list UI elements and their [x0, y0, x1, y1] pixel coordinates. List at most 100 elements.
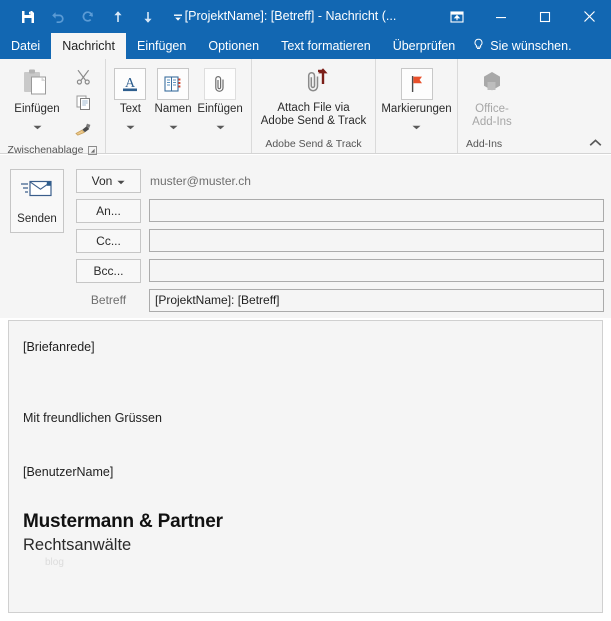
address-book-icon — [157, 66, 189, 102]
previous-item-icon[interactable] — [104, 4, 132, 30]
attach-button[interactable]: Einfügen — [195, 64, 245, 135]
tab-ueberpruefen[interactable]: Überprüfen — [382, 33, 467, 59]
office-addins-line2: Add-Ins — [472, 116, 512, 128]
tell-me-search[interactable]: Sie wünschen. — [466, 33, 579, 59]
compose-header: Senden Von muster@muster.ch An... Cc... … — [0, 155, 611, 318]
ribbon: Einfügen — [0, 59, 611, 154]
body-spacer — [23, 426, 588, 464]
subject-label: Betreff — [76, 288, 141, 312]
quick-access-toolbar — [0, 0, 194, 33]
group-label-text: Add-Ins — [466, 137, 502, 152]
window-controls — [435, 0, 611, 33]
body-salutation: [Briefanrede] — [23, 339, 588, 355]
ribbon-display-options-icon[interactable] — [435, 0, 479, 33]
office-addins-icon — [476, 66, 508, 102]
customize-qat-icon[interactable] — [164, 4, 192, 30]
body-spacer — [23, 480, 588, 510]
paste-clipboard-icon — [20, 66, 54, 102]
adobe-label-line2: Adobe Send & Track — [261, 115, 366, 127]
body-closing: Mit freundlichen Grüssen — [23, 410, 588, 426]
flag-icon — [401, 66, 433, 102]
chevron-down-icon[interactable] — [169, 117, 178, 135]
attach-label: Einfügen — [197, 103, 242, 116]
ribbon-group-basic-text: A Text — [106, 59, 252, 153]
from-button-label: Von — [92, 174, 113, 188]
bcc-button[interactable]: Bcc... — [76, 259, 141, 283]
title-bar: [ProjektName]: [Betreff] - Nachricht (..… — [0, 0, 611, 33]
paperclip-icon — [204, 66, 236, 102]
undo-icon — [44, 4, 72, 30]
to-button-label: An... — [96, 204, 121, 218]
group-label-text: Adobe Send & Track — [265, 137, 361, 152]
tab-datei[interactable]: Datei — [0, 33, 51, 59]
next-item-icon[interactable] — [134, 4, 162, 30]
dialog-launcher-icon[interactable] — [87, 146, 97, 156]
send-button[interactable]: Senden — [10, 169, 64, 233]
lightbulb-icon — [472, 38, 485, 55]
maximize-button[interactable] — [523, 0, 567, 33]
tab-einfuegen[interactable]: Einfügen — [126, 33, 197, 59]
minimize-button[interactable] — [479, 0, 523, 33]
chevron-down-icon[interactable] — [33, 117, 42, 135]
status-bar — [0, 615, 611, 621]
redo-icon — [74, 4, 102, 30]
ribbon-group-zwischenablage: Einfügen — [0, 59, 106, 153]
tab-optionen[interactable]: Optionen — [197, 33, 270, 59]
follow-up-label: Markierungen — [381, 103, 451, 116]
chevron-down-icon[interactable] — [126, 117, 135, 135]
group-label-adobe-send-track: Adobe Send & Track — [252, 136, 375, 153]
message-body[interactable]: [Briefanrede] Mit freundlichen Grüssen [… — [8, 320, 603, 613]
text-label: Text — [120, 103, 141, 116]
clipboard-small-buttons — [70, 64, 96, 143]
cut-button[interactable] — [70, 67, 96, 91]
office-addins-line1: Office- — [475, 103, 509, 115]
to-button[interactable]: An... — [76, 199, 141, 223]
body-spacer — [23, 355, 588, 410]
tell-me-label: Sie wünschen. — [490, 39, 571, 53]
to-input[interactable] — [149, 199, 604, 222]
chevron-down-icon — [117, 174, 125, 188]
from-button[interactable]: Von — [76, 169, 141, 193]
attach-file-via-adobe-button[interactable]: Attach File via Adobe Send & Track — [258, 63, 370, 127]
follow-up-button[interactable]: Markierungen — [381, 64, 451, 135]
signature-company: Mustermann & Partner — [23, 510, 588, 534]
signature-role: Rechtsanwälte — [23, 534, 588, 556]
ribbon-group-adobe-send-track: Attach File via Adobe Send & Track Adobe… — [252, 59, 376, 153]
adobe-send-track-icon — [297, 65, 331, 101]
body-username: [BenutzerName] — [23, 464, 588, 480]
cc-button[interactable]: Cc... — [76, 229, 141, 253]
names-button[interactable]: Namen — [151, 64, 195, 135]
format-painter-icon — [74, 120, 92, 142]
group-label-basic-text — [106, 136, 251, 153]
copy-icon — [75, 94, 92, 116]
ribbon-tabs: Datei Nachricht Einfügen Optionen Text f… — [0, 33, 611, 59]
text-button[interactable]: A Text — [110, 64, 151, 135]
save-icon[interactable] — [14, 4, 42, 30]
send-button-label: Senden — [17, 213, 57, 225]
collapse-ribbon-icon[interactable] — [586, 135, 604, 151]
chevron-down-icon[interactable] — [216, 117, 225, 135]
signature-blog-link[interactable]: blog — [23, 556, 588, 570]
attach-file-via-adobe-label: Attach File via Adobe Send & Track — [258, 102, 370, 127]
paste-button[interactable]: Einfügen — [6, 64, 68, 135]
cc-input[interactable] — [149, 229, 604, 252]
format-painter-button[interactable] — [70, 119, 96, 143]
bcc-button-label: Bcc... — [93, 264, 123, 278]
group-label-markierungen — [376, 136, 457, 153]
tab-nachricht[interactable]: Nachricht — [51, 33, 126, 59]
close-button[interactable] — [567, 0, 611, 33]
text-format-icon: A — [114, 66, 146, 102]
subject-input[interactable]: [ProjektName]: [Betreff] — [149, 289, 604, 312]
adobe-label-line1: Attach File via — [277, 102, 349, 114]
names-label: Namen — [155, 103, 192, 116]
scissors-icon — [75, 68, 92, 90]
send-envelope-icon — [20, 178, 54, 205]
copy-button[interactable] — [70, 93, 96, 117]
outlook-compose-window: [ProjektName]: [Betreff] - Nachricht (..… — [0, 0, 611, 621]
chevron-down-icon[interactable] — [412, 117, 421, 135]
ribbon-group-markierungen: Markierungen — [376, 59, 458, 153]
bcc-input[interactable] — [149, 259, 604, 282]
office-add-ins-button[interactable]: Office- Add-Ins — [464, 64, 520, 128]
cc-button-label: Cc... — [96, 234, 121, 248]
tab-text-formatieren[interactable]: Text formatieren — [270, 33, 382, 59]
